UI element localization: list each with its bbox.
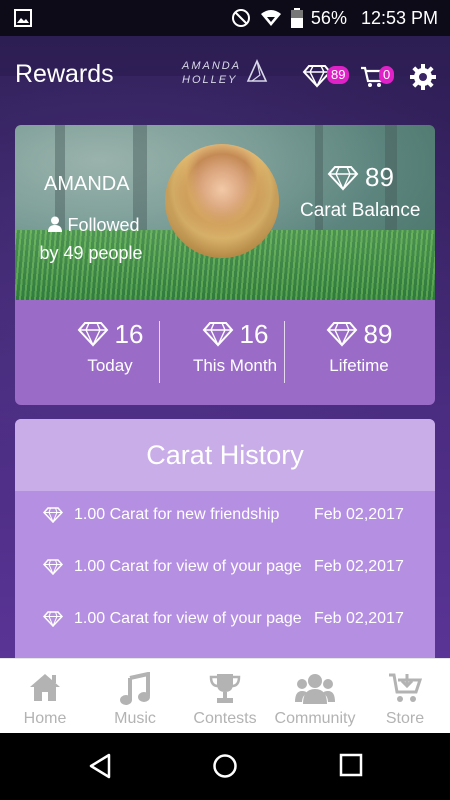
stat-this-month: 16 This Month: [173, 318, 297, 376]
community-icon: [295, 674, 335, 704]
history-item[interactable]: 1.00 Carat for new friendship Feb 02,201…: [15, 491, 435, 543]
tab-label: Store: [385, 710, 425, 727]
user-icon: [48, 216, 63, 232]
diamond-icon: [43, 507, 63, 523]
tab-label: Community: [274, 710, 356, 727]
tab-contests[interactable]: Contests: [180, 659, 270, 734]
stat-today: 16 Today: [48, 318, 172, 376]
carat-balance-value: 89: [365, 162, 394, 192]
page-title: Rewards: [15, 60, 114, 88]
carat-history-title: Carat History: [15, 419, 435, 491]
carat-count-badge: 89: [327, 66, 350, 84]
profile-card: AMANDA Followed by 49 people 89 Carat Ba…: [15, 125, 435, 405]
carat-history-card: Carat History 1.00 Carat for new friends…: [15, 419, 435, 658]
diamond-icon: [43, 559, 63, 575]
diamond-icon: [43, 611, 63, 627]
history-description: 1.00 Carat for view of your page: [74, 610, 302, 627]
diamond-icon: [77, 322, 108, 347]
stat-value: 89: [363, 318, 393, 349]
carat-balance-label: Carat Balance: [300, 200, 421, 221]
tab-label: Home: [23, 710, 67, 727]
diamond-icon: [326, 322, 357, 347]
gear-icon[interactable]: [409, 63, 437, 91]
diamond-icon: [202, 322, 233, 347]
status-bar: 56% 12:53 PM: [0, 0, 450, 36]
system-nav-bar: [0, 733, 450, 800]
back-icon[interactable]: [88, 753, 112, 779]
trophy-icon: [209, 674, 241, 703]
stat-value: 16: [239, 318, 269, 349]
image-icon: [14, 9, 32, 27]
logo-line-1: AMANDA: [182, 60, 242, 72]
home-icon: [30, 674, 60, 701]
rewards-screen: Rewards AMANDA HOLLEY 89 0 AMANDA Follow…: [0, 36, 450, 658]
cart-count-badge: 0: [379, 66, 395, 84]
wifi-icon: [260, 10, 281, 26]
banner-tree: [315, 125, 323, 255]
music-icon: [120, 672, 150, 705]
tab-store[interactable]: Store: [360, 659, 450, 734]
history-date: Feb 02,2017: [314, 558, 404, 575]
followed-label: Followed: [67, 215, 140, 235]
divider: [284, 321, 285, 383]
followers-count: by 49 people: [39, 243, 143, 263]
avatar[interactable]: [165, 144, 279, 258]
top-bar: Rewards AMANDA HOLLEY 89 0: [0, 36, 450, 114]
tab-music[interactable]: Music: [90, 659, 180, 734]
brand-logo[interactable]: AMANDA HOLLEY: [182, 56, 272, 92]
stat-label: Today: [87, 356, 133, 375]
battery-level: 56%: [310, 7, 347, 28]
history-date: Feb 02,2017: [314, 506, 404, 523]
history-item[interactable]: 1.00 Carat for view of your page Feb 02,…: [15, 595, 435, 647]
stat-lifetime: 89 Lifetime: [297, 318, 421, 376]
logo-line-2: HOLLEY: [182, 74, 238, 86]
dnd-icon: [231, 9, 250, 27]
tab-community[interactable]: Community: [270, 659, 360, 734]
history-item[interactable]: 1.00 Carat for view of your page Feb 02,…: [15, 543, 435, 595]
followers-info[interactable]: Followed by 49 people: [39, 211, 149, 267]
tab-label: Music: [114, 710, 156, 727]
stat-label: This Month: [192, 356, 278, 375]
recents-icon[interactable]: [339, 753, 363, 777]
history-description: 1.00 Carat for view of your page: [74, 558, 302, 575]
bottom-tab-bar: Home Music Contests Community Store: [0, 658, 450, 734]
clock: 12:53 PM: [360, 7, 438, 28]
stat-label: Lifetime: [329, 356, 389, 375]
profile-name: AMANDA: [44, 173, 130, 195]
stat-value: 16: [114, 318, 144, 349]
logo-mark-icon: [246, 59, 268, 82]
history-date: Feb 02,2017: [314, 610, 404, 627]
tab-home[interactable]: Home: [0, 659, 90, 734]
home-button-icon[interactable]: [212, 753, 238, 779]
battery-icon: [290, 8, 303, 28]
carat-stats: 16 Today 16 This Month 89 Lifetime: [15, 300, 435, 405]
tab-label: Contests: [193, 710, 257, 727]
divider: [159, 321, 160, 383]
diamond-icon: [327, 166, 359, 191]
history-description: 1.00 Carat for new friendship: [74, 506, 280, 523]
store-icon: [389, 673, 422, 702]
